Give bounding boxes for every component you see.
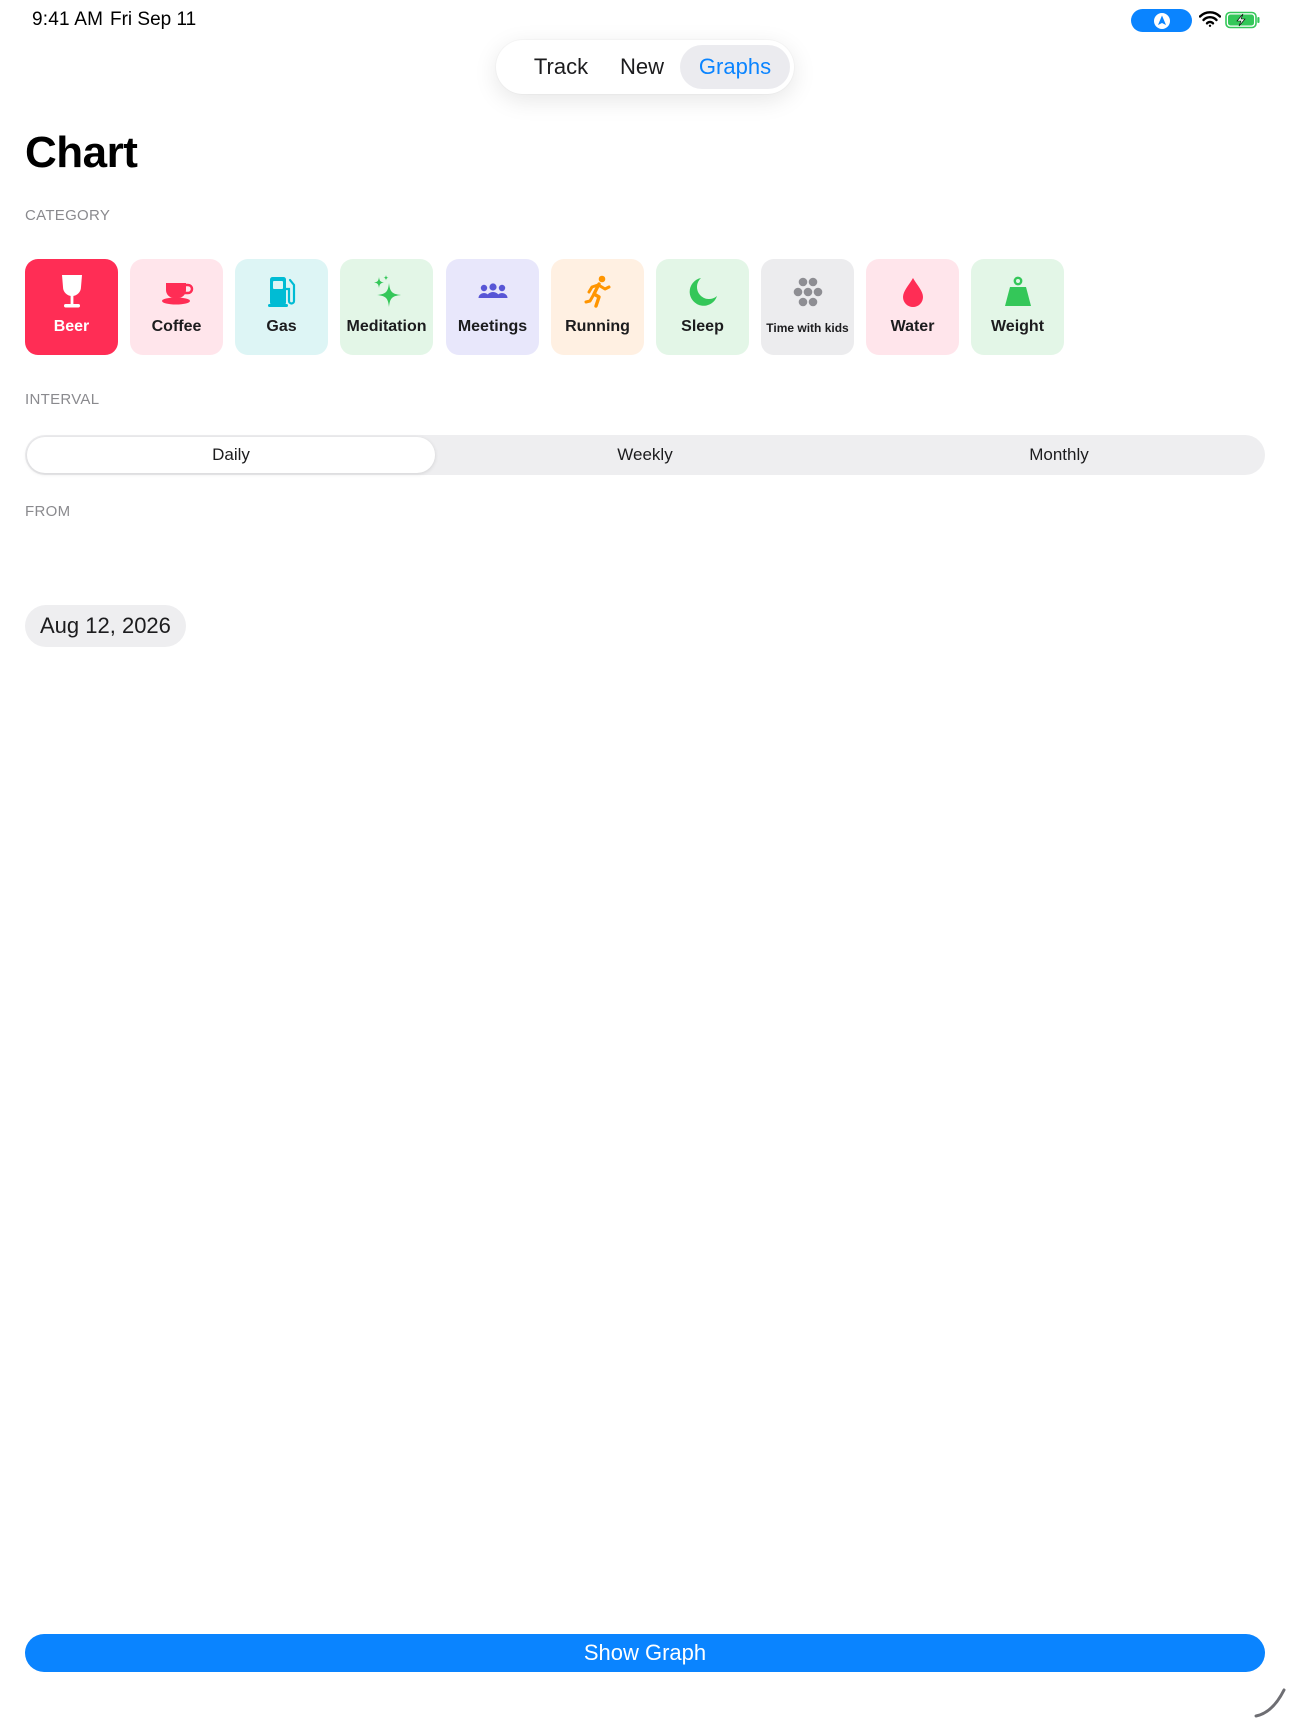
circles-cluster-icon bbox=[792, 272, 824, 312]
category-label: Water bbox=[890, 318, 935, 335]
wine-glass-icon bbox=[58, 272, 86, 312]
navigation-indicator-icon bbox=[1131, 9, 1192, 32]
category-label: Running bbox=[565, 318, 630, 335]
category-label: Beer bbox=[53, 318, 90, 335]
category-tile-meditation[interactable]: Meditation bbox=[340, 259, 433, 355]
from-section-label: FROM bbox=[25, 503, 71, 520]
category-label: Meditation bbox=[346, 318, 427, 335]
category-tile-gas[interactable]: Gas bbox=[235, 259, 328, 355]
from-date-picker[interactable]: Aug 12, 2026 bbox=[25, 605, 186, 647]
category-tile-time-with-kids[interactable]: Time with kids bbox=[761, 259, 854, 355]
status-time: 9:41 AM bbox=[32, 9, 104, 30]
status-bar: 9:41 AM Fri Sep 11 bbox=[0, 0, 1290, 42]
fuel-pump-icon bbox=[267, 272, 297, 312]
category-label: Gas bbox=[266, 318, 297, 335]
pencil-stroke-icon bbox=[1254, 1688, 1286, 1718]
page-title: Chart bbox=[25, 128, 138, 177]
show-graph-button[interactable]: Show Graph bbox=[25, 1634, 1265, 1672]
interval-segmented-control: Daily Weekly Monthly bbox=[25, 435, 1265, 475]
interval-option-daily[interactable]: Daily bbox=[27, 437, 435, 473]
category-label: Coffee bbox=[151, 318, 202, 335]
category-tile-meetings[interactable]: Meetings bbox=[446, 259, 539, 355]
tab-track[interactable]: Track bbox=[516, 45, 606, 89]
category-label: Sleep bbox=[681, 318, 724, 335]
sparkles-icon bbox=[371, 272, 403, 312]
category-label: Meetings bbox=[457, 318, 528, 335]
battery-charging-icon bbox=[1225, 11, 1260, 29]
category-tile-running[interactable]: Running bbox=[551, 259, 644, 355]
wifi-icon bbox=[1199, 11, 1221, 27]
category-section-label: CATEGORY bbox=[25, 207, 111, 224]
top-segmented-tabs: Track New Graphs bbox=[496, 40, 794, 94]
category-tile-water[interactable]: Water bbox=[866, 259, 959, 355]
interval-option-monthly[interactable]: Monthly bbox=[855, 437, 1263, 473]
category-tile-weight[interactable]: Weight bbox=[971, 259, 1064, 355]
tab-new[interactable]: New bbox=[606, 45, 678, 89]
people-icon bbox=[477, 272, 509, 312]
category-tile-sleep[interactable]: Sleep bbox=[656, 259, 749, 355]
interval-option-weekly[interactable]: Weekly bbox=[441, 437, 849, 473]
category-tile-beer[interactable]: Beer bbox=[25, 259, 118, 355]
interval-section-label: INTERVAL bbox=[25, 391, 100, 408]
tab-graphs[interactable]: Graphs bbox=[680, 45, 790, 89]
coffee-cup-icon bbox=[160, 272, 194, 312]
running-figure-icon bbox=[584, 272, 612, 312]
drop-icon bbox=[901, 272, 925, 312]
category-tile-coffee[interactable]: Coffee bbox=[130, 259, 223, 355]
category-label: Time with kids bbox=[766, 321, 849, 335]
moon-icon bbox=[687, 272, 719, 312]
status-date: Fri Sep 11 bbox=[110, 9, 197, 30]
kettlebell-icon bbox=[1003, 272, 1033, 312]
category-label: Weight bbox=[990, 318, 1045, 335]
